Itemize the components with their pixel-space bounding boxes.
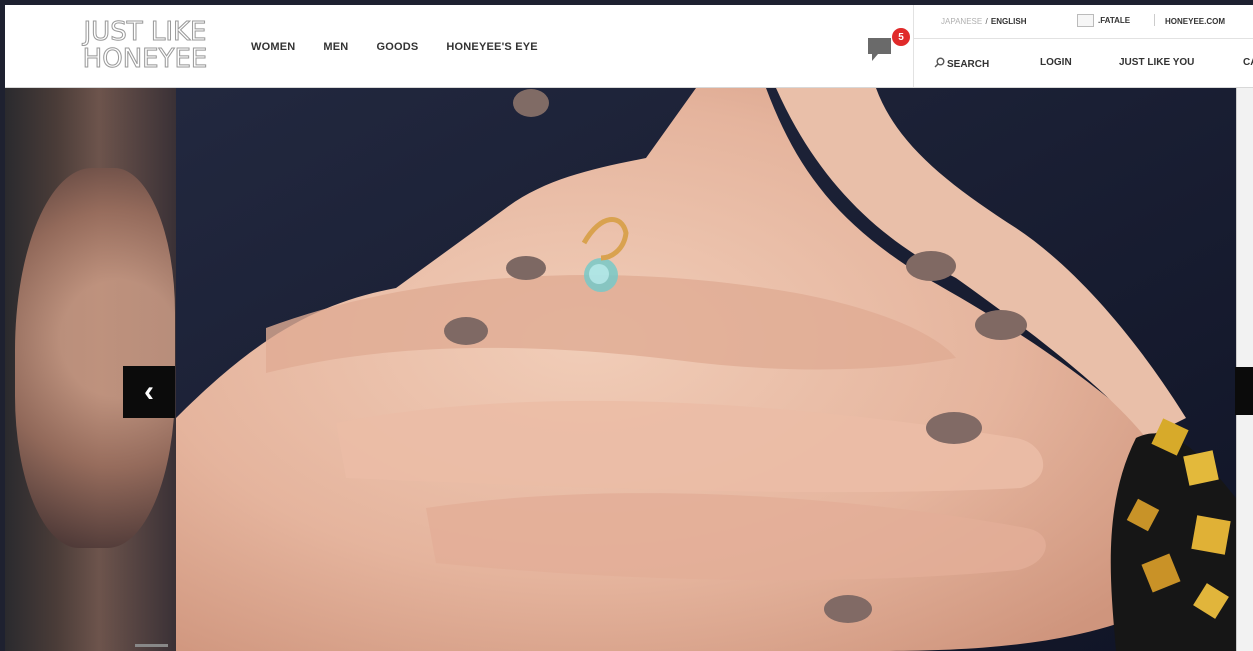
nav-honeyees-eye[interactable]: HONEYEE'S EYE [446,41,537,53]
carousel-next-button[interactable] [1235,367,1253,415]
lang-english[interactable]: ENGLISH [991,17,1027,26]
divider [1154,14,1155,26]
main-slide-image [176,88,1236,651]
honeyee-link[interactable]: HONEYEE.COM [1165,17,1225,26]
hands-photo [176,88,1236,651]
lang-separator: / [985,17,988,26]
speech-bubble-svg [868,38,891,61]
site-header: JUST LIKE HONEYEE WOMEN MEN GOODS HONEYE… [5,5,1253,88]
nav-goods[interactable]: GOODS [376,41,418,53]
search-icon [934,57,945,71]
header-subnav: SEARCH LOGIN JUST LIKE YOU CA [914,39,1253,87]
logo-line-2: HONEYEE [82,44,208,74]
header-right-panel: JAPANESE / ENGLISH .FATALE HONEYEE.COM S… [913,5,1253,87]
search-button[interactable]: SEARCH [934,57,989,71]
header-top-links: JAPANESE / ENGLISH .FATALE HONEYEE.COM [914,5,1253,39]
notification-badge: 5 [891,27,911,47]
just-like-you-link[interactable]: JUST LIKE YOU [1119,57,1194,68]
previous-slide-image [15,168,175,548]
nav-men[interactable]: MEN [323,41,348,53]
lang-japanese[interactable]: JAPANESE [941,17,982,26]
language-switcher[interactable]: JAPANESE / ENGLISH [941,17,1026,26]
hero-carousel: ‹ [5,88,1253,651]
slide-indicator [135,644,168,647]
carousel-prev-button[interactable]: ‹ [123,366,175,418]
logo-line-1: JUST LIKE [83,17,207,47]
site-logo[interactable]: JUST LIKE HONEYEE [75,17,215,74]
chevron-left-icon: ‹ [144,375,154,408]
login-link[interactable]: LOGIN [1040,57,1072,68]
fatale-link[interactable]: .FATALE [1077,14,1130,27]
nav-women[interactable]: WOMEN [251,41,295,53]
cart-link-partial[interactable]: CA [1243,57,1253,68]
main-navigation: WOMEN MEN GOODS HONEYEE'S EYE [251,41,538,53]
fatale-icon [1077,14,1094,27]
fatale-label[interactable]: .FATALE [1098,16,1130,25]
search-label: SEARCH [947,58,990,70]
